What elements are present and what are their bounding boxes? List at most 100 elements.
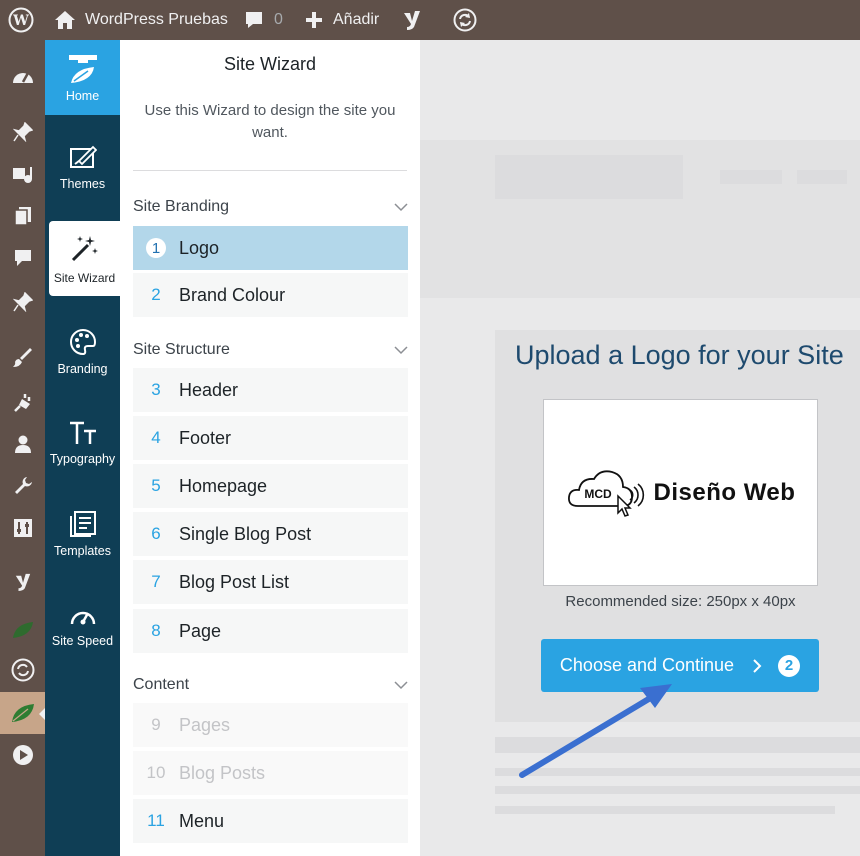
add-new-label: Añadir xyxy=(333,11,380,28)
step-menu[interactable]: 11 Menu xyxy=(133,799,408,845)
nav-branding-label: Branding xyxy=(57,362,108,376)
palette-icon xyxy=(69,328,96,356)
admin-menu xyxy=(0,40,45,856)
theme-menu-item[interactable] xyxy=(0,692,45,734)
step-logo[interactable]: 1 Logo xyxy=(133,226,408,272)
step-label: Brand Colour xyxy=(179,284,286,305)
section-site-structure[interactable]: Site Structure xyxy=(133,338,408,362)
yoast-icon[interactable] xyxy=(402,0,422,40)
step-label: Header xyxy=(179,379,239,400)
nav-site-wizard-label: Site Wizard xyxy=(53,270,116,285)
users-icon[interactable] xyxy=(0,426,45,462)
step-number: 2 xyxy=(151,285,161,304)
pin-icon[interactable] xyxy=(0,284,45,320)
step-label: Page xyxy=(179,620,222,641)
step-brand-colour[interactable]: 2 Brand Colour xyxy=(133,273,408,319)
play-icon[interactable] xyxy=(0,737,45,773)
step-header[interactable]: 3 Header xyxy=(133,368,408,414)
upload-logo-heading: Upload a Logo for your Site xyxy=(515,340,844,370)
comments-link[interactable]: 0 xyxy=(244,0,283,40)
settings-sliders-icon[interactable] xyxy=(0,510,45,546)
step-label: Pages xyxy=(179,714,231,735)
step-page[interactable]: 8 Page xyxy=(133,609,408,655)
nav-site-speed-label: Site Speed xyxy=(51,634,114,648)
house-icon xyxy=(55,11,75,29)
site-preview: Upload a Logo for your Site MCD Diseño W… xyxy=(420,40,860,856)
logo-upload-area[interactable]: MCD Diseño Web xyxy=(543,399,818,586)
logo-text: Diseño Web xyxy=(653,478,796,506)
wordpress-logo-icon[interactable]: W xyxy=(8,0,34,40)
comments-count: 0 xyxy=(274,11,283,28)
nav-themes-label: Themes xyxy=(59,177,106,191)
preview-nav-placeholder xyxy=(797,170,847,184)
tools-wrench-icon[interactable] xyxy=(0,468,45,504)
section-title: Site Structure xyxy=(133,341,230,358)
panel-title: Site Wizard xyxy=(223,54,317,74)
add-new-link[interactable]: Añadir xyxy=(305,0,379,40)
site-name: WordPress Pruebas xyxy=(85,11,228,28)
posts-pin-icon[interactable] xyxy=(0,114,45,150)
step-blog-posts: 10 Blog Posts xyxy=(133,751,408,797)
nav-themes[interactable]: Themes xyxy=(45,145,120,191)
nav-branding[interactable]: Branding xyxy=(45,328,120,376)
step-number: 8 xyxy=(151,621,161,640)
step-label: Menu xyxy=(179,810,225,831)
comments-icon[interactable] xyxy=(0,240,45,276)
nav-typography[interactable]: Typography xyxy=(45,420,120,466)
plugins-icon[interactable] xyxy=(0,384,45,420)
chevron-down-icon xyxy=(394,203,408,212)
wizard-panel: Site Wizard Use this Wizard to design th… xyxy=(120,40,420,856)
magic-wand-icon xyxy=(71,235,98,261)
nav-site-wizard[interactable]: Site Wizard xyxy=(49,221,120,296)
step-number: 10 xyxy=(146,763,166,782)
appearance-brush-icon[interactable] xyxy=(0,340,45,376)
panel-divider xyxy=(133,170,407,171)
leaf-icon[interactable] xyxy=(0,612,45,648)
choose-and-continue-button[interactable]: Choose and Continue 2 xyxy=(541,639,819,692)
nav-templates-label: Templates xyxy=(54,544,111,558)
step-label: Single Blog Post xyxy=(179,523,312,544)
chevron-right-icon xyxy=(753,658,762,673)
dashboard-icon[interactable] xyxy=(0,58,45,94)
step-number: 11 xyxy=(147,811,165,830)
site-name-link[interactable]: WordPress Pruebas xyxy=(54,0,228,40)
media-icon[interactable] xyxy=(0,157,45,193)
nav-home[interactable]: Home xyxy=(45,40,120,115)
step-pages: 9 Pages xyxy=(133,703,408,749)
step-number: 6 xyxy=(151,524,161,543)
step-label: Blog Post List xyxy=(179,571,290,592)
preview-line-placeholder xyxy=(495,786,860,794)
logo-badge: MCD xyxy=(584,487,612,501)
step-number: 4 xyxy=(151,428,161,447)
step-number: 3 xyxy=(151,380,161,399)
home-icon xyxy=(68,54,97,83)
step-number: 9 xyxy=(151,715,161,734)
preview-line-placeholder xyxy=(495,737,860,753)
admin-bar: W WordPress Pruebas 0 Añadir xyxy=(0,0,860,40)
logo-preview: MCD Diseño Web xyxy=(566,466,796,520)
step-homepage[interactable]: 5 Homepage xyxy=(133,464,408,510)
sync-menu-icon[interactable] xyxy=(0,652,45,688)
cloud-cursor-icon: MCD xyxy=(567,469,644,517)
chevron-down-icon xyxy=(394,681,408,690)
svg-text:W: W xyxy=(12,13,29,29)
section-content[interactable]: Content xyxy=(133,673,408,697)
cta-label: Choose and Continue xyxy=(559,655,735,675)
nav-templates[interactable]: Templates xyxy=(45,510,120,558)
step-single-blog-post[interactable]: 6 Single Blog Post xyxy=(133,512,408,558)
sync-icon[interactable] xyxy=(453,0,477,40)
step-number: 5 xyxy=(151,476,161,495)
step-number: 1 xyxy=(133,238,179,259)
nav-home-label: Home xyxy=(65,88,100,103)
step-footer[interactable]: 4 Footer xyxy=(133,416,408,462)
preview-line-placeholder xyxy=(495,806,835,814)
step-number: 7 xyxy=(151,572,161,591)
pages-icon[interactable] xyxy=(0,198,45,234)
speedometer-icon xyxy=(70,611,95,625)
section-title: Content xyxy=(133,676,190,693)
nav-site-speed[interactable]: Site Speed xyxy=(45,604,120,648)
step-blog-post-list[interactable]: 7 Blog Post List xyxy=(133,560,408,606)
step-badge: 2 xyxy=(778,654,801,677)
yoast-menu-icon[interactable] xyxy=(0,564,45,600)
section-site-branding[interactable]: Site Branding xyxy=(133,195,408,219)
